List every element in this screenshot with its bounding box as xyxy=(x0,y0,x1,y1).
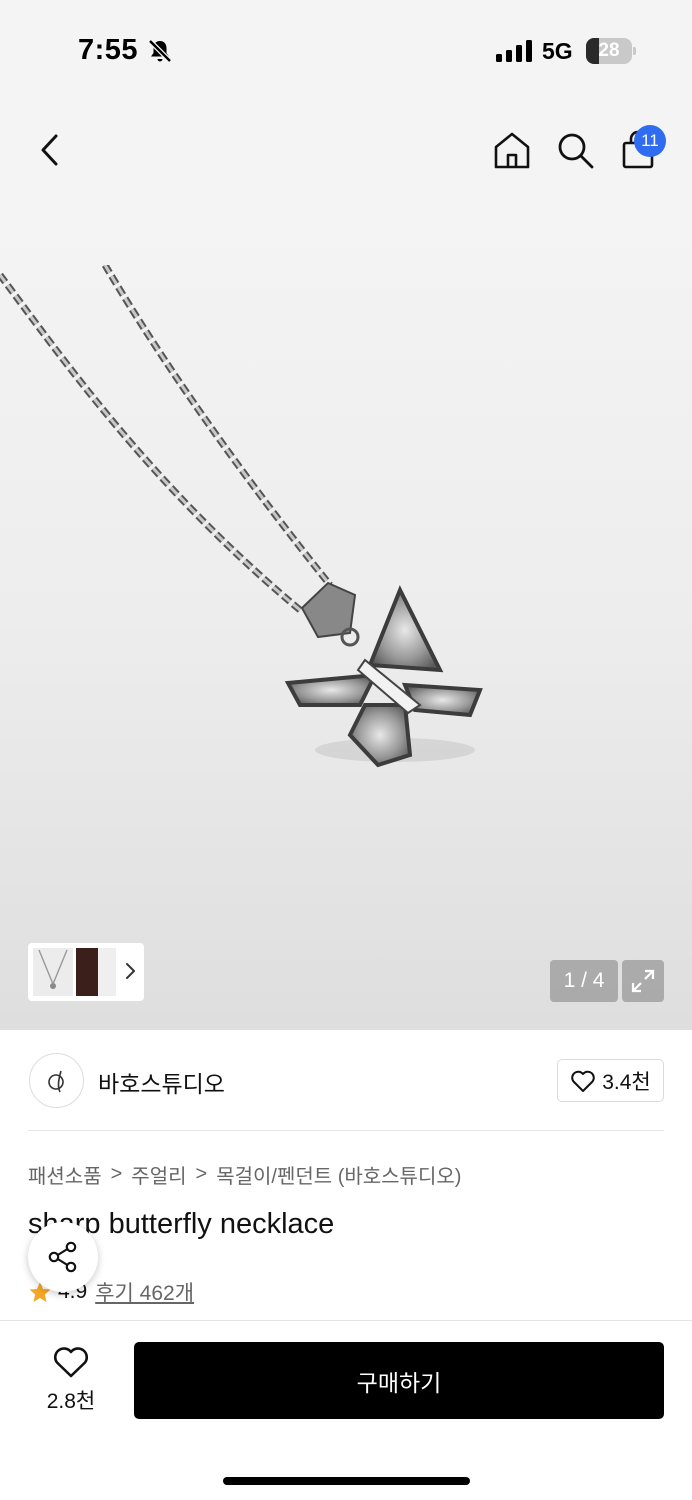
home-indicator xyxy=(223,1477,470,1485)
brand-like-count: 3.4천 xyxy=(602,1070,651,1094)
expand-button[interactable] xyxy=(622,960,664,1002)
brand-logo-mark xyxy=(47,1070,64,1092)
product-image-gallery[interactable] xyxy=(0,210,692,1030)
back-icon xyxy=(41,134,58,166)
thumbnail-dark-panel xyxy=(76,948,98,996)
signal-icon xyxy=(496,40,532,62)
cart-badge: 11 xyxy=(634,125,666,157)
battery-cap xyxy=(633,47,636,55)
divider xyxy=(28,1130,664,1131)
network-type: 5G xyxy=(542,38,573,64)
brand-logo[interactable] xyxy=(29,1053,84,1108)
brand-like-button[interactable]: 3.4천 xyxy=(557,1059,664,1102)
home-icon xyxy=(494,132,530,169)
thumbnail-1[interactable] xyxy=(33,948,73,996)
breadcrumb-item-necklace[interactable]: 목걸이/펜던트 (바호스튜디오) xyxy=(216,1160,461,1189)
status-time: 7:55 xyxy=(78,34,139,66)
thumbnail-strip[interactable] xyxy=(28,943,144,1001)
search-icon xyxy=(558,133,594,169)
heart-outline-icon xyxy=(571,1070,596,1092)
breadcrumb: 패션소품 > 주얼리 > 목걸이/펜던트 (바호스튜디오) xyxy=(28,1160,461,1189)
gallery-pager: 1 / 4 xyxy=(550,960,618,1002)
battery-level: 28 xyxy=(598,40,620,61)
share-icon xyxy=(48,1241,77,1273)
expand-icon xyxy=(631,969,655,993)
breadcrumb-item-fashion[interactable]: 패션소품 xyxy=(28,1160,102,1189)
wishlist-button[interactable]: 2.8천 xyxy=(36,1345,106,1415)
buy-button[interactable]: 구매하기 xyxy=(134,1342,664,1419)
bell-muted-icon xyxy=(148,39,172,63)
necklace-image xyxy=(0,265,483,768)
breadcrumb-separator: > xyxy=(110,1163,123,1185)
search-button[interactable] xyxy=(551,126,599,174)
brand-name[interactable]: 바호스튜디오 xyxy=(98,1065,225,1099)
breadcrumb-separator: > xyxy=(195,1163,208,1185)
heart-outline-icon xyxy=(54,1347,88,1378)
breadcrumb-item-jewelry[interactable]: 주얼리 xyxy=(131,1160,186,1189)
reviews-link[interactable]: 후기 462개 xyxy=(95,1277,194,1307)
status-bar: 7:55 5G 28 xyxy=(0,0,692,100)
home-button[interactable] xyxy=(488,126,536,174)
chevron-right-icon xyxy=(126,963,135,979)
wishlist-count: 2.8천 xyxy=(46,1390,96,1413)
thumbnail-necklace-image xyxy=(38,949,68,989)
share-button[interactable] xyxy=(28,1222,98,1292)
thumbnail-2[interactable] xyxy=(76,948,116,996)
back-button[interactable] xyxy=(26,126,74,174)
battery-icon: 28 xyxy=(586,38,632,64)
